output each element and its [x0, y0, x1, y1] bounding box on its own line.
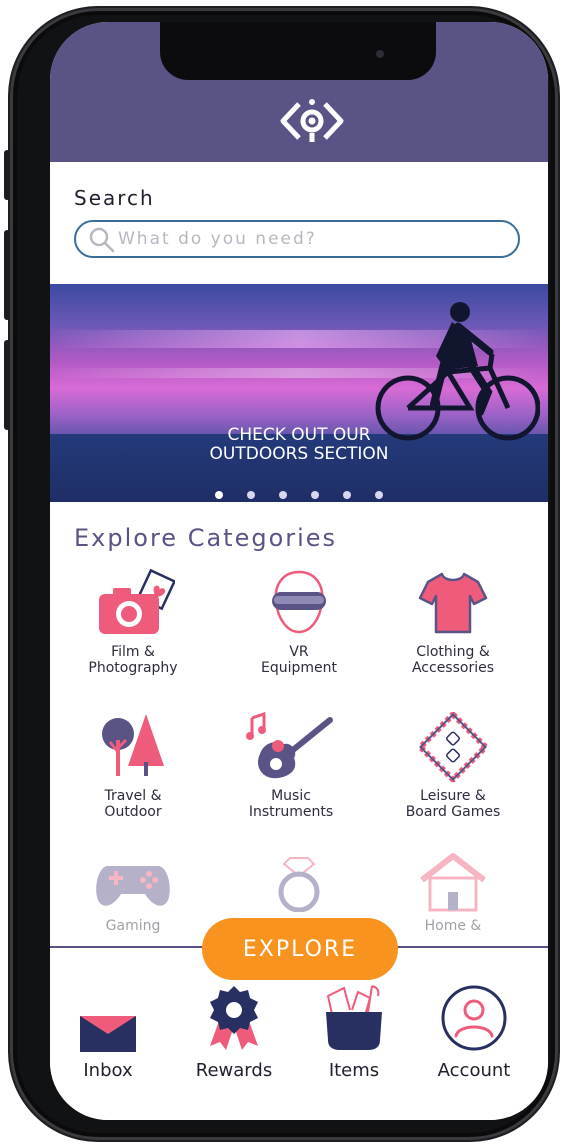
guitar-icon — [246, 712, 333, 779]
banner-cta-line1: CHECK OUT OUR — [227, 425, 371, 445]
category-label-line2: Photography — [88, 660, 178, 676]
search-icon — [89, 227, 115, 253]
category-travel-outdoor[interactable]: Travel & Outdoor — [58, 712, 208, 820]
cyclist-silhouette-icon — [375, 302, 540, 441]
category-label-line1: Film & — [111, 644, 155, 660]
carousel-dots — [50, 484, 548, 502]
nav-rewards[interactable]: Rewards — [174, 982, 294, 1081]
category-label-line1: Clothing & — [416, 644, 490, 660]
category-label-line2: Instruments — [248, 804, 334, 820]
category-label-line2: Outdoor — [104, 804, 162, 820]
category-label-line2: Accessories — [411, 660, 495, 676]
notch — [160, 22, 436, 80]
category-gaming[interactable]: Gaming — [58, 852, 208, 934]
nav-items[interactable]: Items — [294, 982, 414, 1081]
carousel-dot[interactable] — [343, 491, 351, 499]
side-button-volume-down — [4, 340, 10, 430]
category-label-line1: Home & — [424, 918, 482, 934]
search-label: Search — [74, 186, 155, 210]
search-input[interactable] — [118, 222, 498, 256]
camera-dot — [376, 50, 384, 58]
items-basket-icon — [326, 985, 382, 1050]
category-label-line1: Leisure & — [420, 788, 486, 804]
nav-rewards-label: Rewards — [195, 1060, 273, 1081]
bottom-nav: Inbox Rewards Items Account — [50, 982, 548, 1120]
category-vr-equipment[interactable]: VR Equipment — [224, 568, 374, 676]
nav-items-label: Items — [328, 1060, 380, 1081]
nav-account[interactable]: Account — [414, 982, 534, 1081]
category-label-line2: Equipment — [261, 660, 337, 676]
category-film-photography[interactable]: Film & Photography — [58, 568, 208, 676]
category-home[interactable]: Home & — [378, 852, 528, 934]
tshirt-icon — [418, 572, 488, 634]
carousel-dot[interactable] — [215, 491, 223, 499]
nav-inbox-label: Inbox — [83, 1060, 133, 1081]
promo-banner[interactable]: CHECK OUT OUR OUTDOORS SECTION — [50, 284, 548, 502]
user-circle-icon — [441, 985, 507, 1051]
side-button-volume-up — [4, 230, 10, 320]
house-icon — [420, 853, 486, 912]
board-game-icon — [418, 712, 488, 782]
camera-icon — [99, 568, 175, 634]
search-box[interactable] — [74, 220, 520, 258]
gamepad-icon — [96, 866, 170, 906]
trees-icon — [102, 714, 164, 776]
nav-inbox[interactable]: Inbox — [50, 982, 168, 1081]
categories-title: Explore Categories — [74, 524, 338, 552]
carousel-dot[interactable] — [247, 491, 255, 499]
app-screen: Search CHECK OUT OUR — [50, 22, 548, 1120]
category-clothing-accessories[interactable]: Clothing & Accessories — [378, 568, 528, 676]
category-label-line1: Music — [271, 788, 311, 804]
category-jewelry[interactable] — [224, 852, 374, 912]
vr-headset-icon — [272, 570, 326, 634]
carousel-dot[interactable] — [311, 491, 319, 499]
diamond-target-logo-icon[interactable] — [277, 96, 347, 146]
banner-cta[interactable]: CHECK OUT OUR OUTDOORS SECTION — [50, 426, 548, 464]
carousel-dot[interactable] — [375, 491, 383, 499]
ring-icon — [278, 857, 320, 912]
category-label-line1: Gaming — [105, 918, 161, 934]
category-label-line1: Travel & — [104, 788, 162, 804]
nav-account-label: Account — [437, 1060, 511, 1081]
category-label-line2: Board Games — [405, 804, 501, 820]
banner-cta-line2: OUTDOORS SECTION — [209, 444, 389, 464]
award-ribbon-icon — [210, 986, 258, 1050]
side-button-mute — [4, 150, 10, 200]
category-leisure-board-games[interactable]: Leisure & Board Games — [378, 712, 528, 820]
category-music-instruments[interactable]: Music Instruments — [216, 712, 366, 820]
category-label-line1: VR — [289, 644, 309, 660]
envelope-icon — [80, 1016, 136, 1052]
carousel-dot[interactable] — [279, 491, 287, 499]
explore-button[interactable]: EXPLORE — [202, 918, 398, 980]
